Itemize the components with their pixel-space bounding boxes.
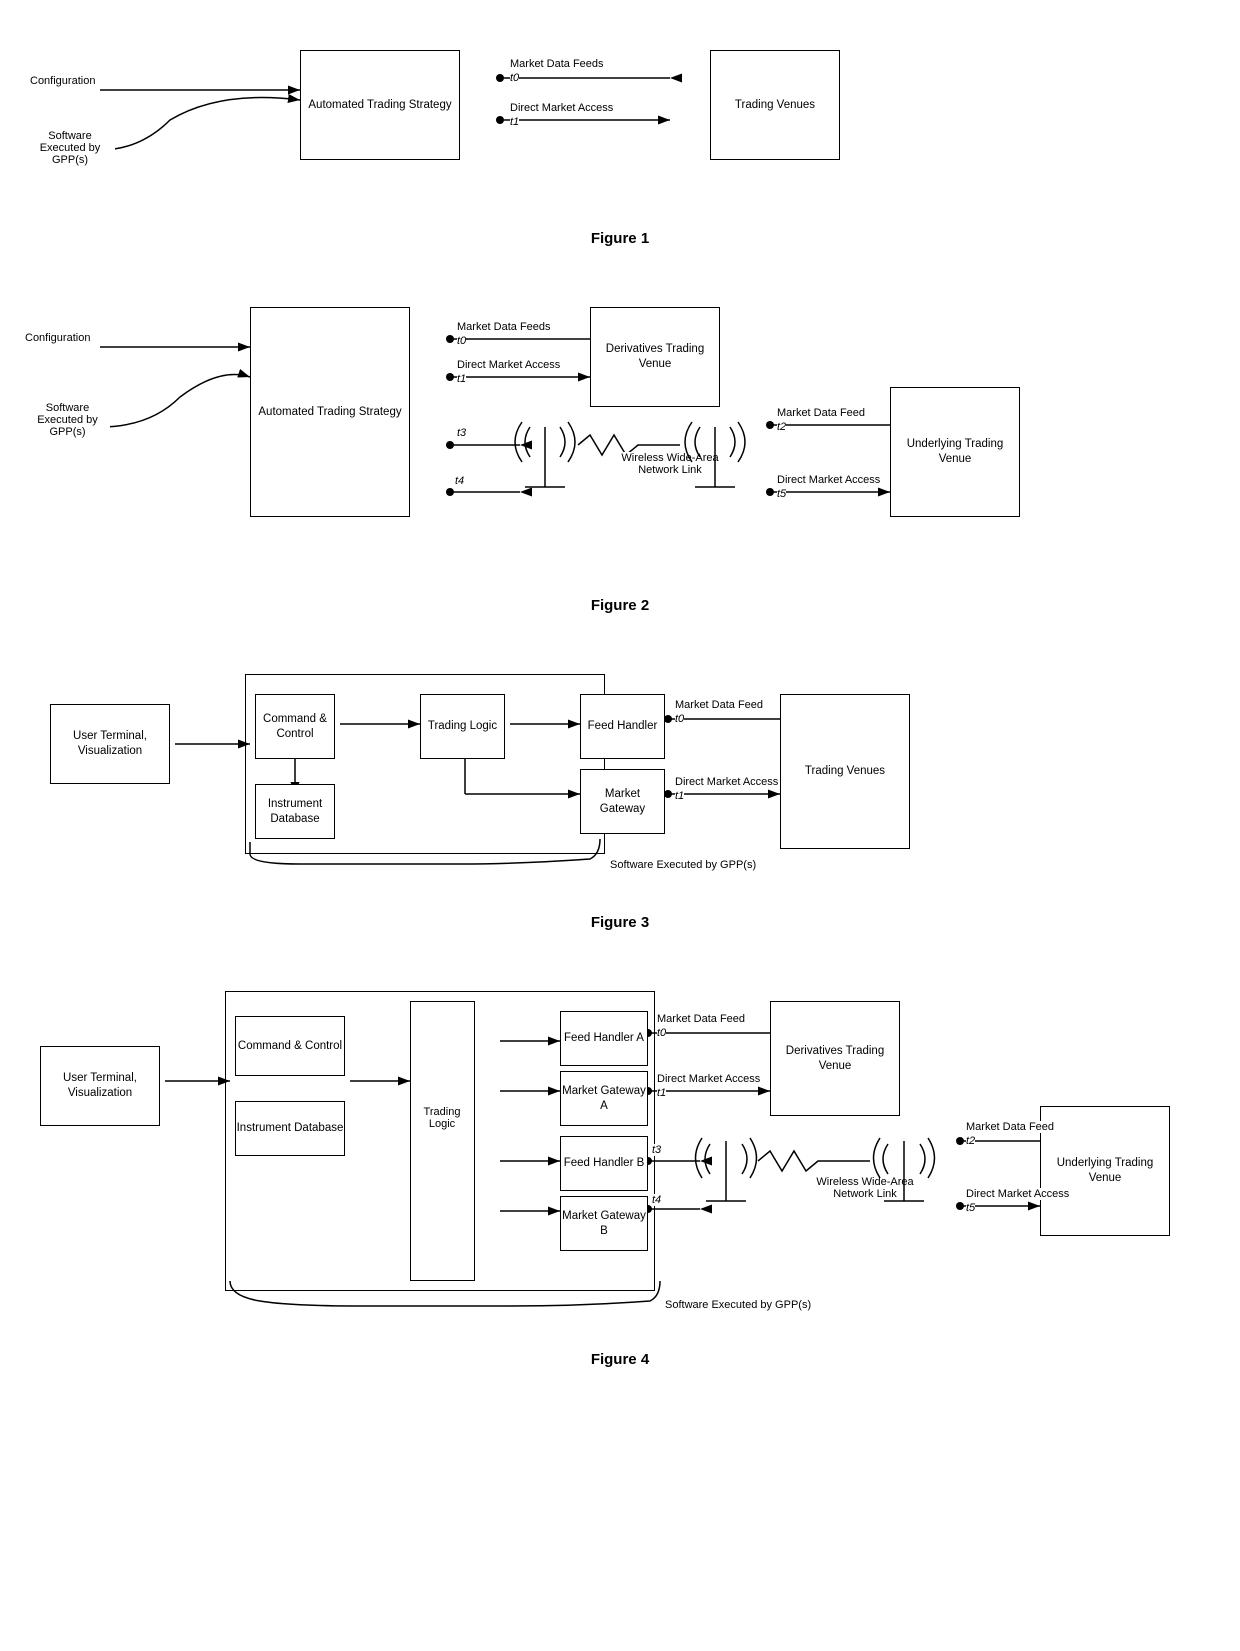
fig2-t2: t2 [777, 421, 786, 433]
figure2-diagram: Configuration Software Executed by GPP(s… [20, 277, 1220, 587]
fig2-underlying-box: Underlying Trading Venue [890, 387, 1020, 517]
fig4-mdf-t0: Market Data Feed [657, 1013, 745, 1025]
fig2-software: Software Executed by GPP(s) [25, 402, 110, 438]
fig4-inst-db: Instrument Database [235, 1101, 345, 1156]
fig2-ats-box: Automated Trading Strategy [250, 307, 410, 517]
fig3-t0: t0 [675, 713, 684, 725]
fig3-dma: Direct Market Access [675, 776, 778, 788]
fig4-mgb: Market Gateway B [560, 1196, 648, 1251]
fig4-fhb: Feed Handler B [560, 1136, 648, 1191]
fig2-t5: t5 [777, 488, 786, 500]
fig2-dma: Direct Market Access [457, 359, 560, 371]
figure1-diagram: Configuration Software Executed by GPP(s… [20, 20, 1220, 220]
ats-box: Automated Trading Strategy [300, 50, 460, 160]
fig4-underlying: Underlying Trading Venue [1040, 1106, 1170, 1236]
fig3-cc-box: Command & Control [255, 694, 335, 759]
fig3-user-terminal: User Terminal, Visualization [50, 704, 170, 784]
fig3-feed-handler: Feed Handler [580, 694, 665, 759]
fig2-dma-t5: Direct Market Access [777, 474, 880, 486]
dma-label: Direct Market Access [510, 102, 613, 114]
fig4-t1: t1 [657, 1087, 666, 1099]
figure4-diagram: User Terminal, Visualization Command & C… [20, 961, 1220, 1341]
mdf-label: Market Data Feeds [510, 58, 604, 70]
fig3-t1: t1 [675, 790, 684, 802]
fig4-software: Software Executed by GPP(s) [665, 1299, 811, 1311]
fig4-t2: t2 [966, 1135, 975, 1147]
fig1-title: Figure 1 [20, 230, 1220, 247]
fig4-mga: Market Gateway A [560, 1071, 648, 1126]
fig3-title: Figure 3 [20, 914, 1220, 931]
fig4-deriv: Derivatives Trading Venue [770, 1001, 900, 1116]
fig2-t4: t4 [455, 475, 464, 487]
trading-venues-box: Trading Venues [710, 50, 840, 160]
figure4-container: User Terminal, Visualization Command & C… [20, 961, 1220, 1368]
fig2-t3-label: t3 [457, 427, 466, 439]
fig2-t0: t0 [457, 335, 466, 347]
t1-label: t1 [510, 116, 519, 128]
config-label: Configuration [30, 75, 95, 87]
fig2-mdf-t2: Market Data Feed [777, 407, 865, 419]
fig2-mdf: Market Data Feeds [457, 321, 551, 333]
fig3-software: Software Executed by GPP(s) [610, 859, 756, 871]
fig4-t4: t4 [652, 1194, 661, 1206]
fig4-tl-box [410, 1001, 475, 1281]
figure1-container: Configuration Software Executed by GPP(s… [20, 20, 1220, 247]
fig2-deriv-box: Derivatives Trading Venue [590, 307, 720, 407]
fig4-cc: Command & Control [235, 1016, 345, 1076]
fig4-fha: Feed Handler A [560, 1011, 648, 1066]
figure2-container: Configuration Software Executed by GPP(s… [20, 277, 1220, 614]
fig3-inst-db: Instrument Database [255, 784, 335, 839]
fig4-dma-t5: Direct Market Access [966, 1188, 1069, 1200]
fig4-t0: t0 [657, 1027, 666, 1039]
figure3-container: User Terminal, Visualization Command & C… [20, 644, 1220, 931]
fig3-trading-venues: Trading Venues [780, 694, 910, 849]
figure3-diagram: User Terminal, Visualization Command & C… [20, 644, 1220, 904]
fig4-t3: t3 [652, 1144, 661, 1156]
fig3-trading-logic: Trading Logic [420, 694, 505, 759]
fig4-user-terminal: User Terminal, Visualization [40, 1046, 160, 1126]
fig2-t1: t1 [457, 373, 466, 385]
fig4-mdf-t2: Market Data Feed [966, 1121, 1054, 1133]
software-label: Software Executed by GPP(s) [25, 130, 115, 166]
fig3-market-gateway: Market Gateway [580, 769, 665, 834]
fig3-mdf: Market Data Feed [675, 699, 763, 711]
fig2-config: Configuration [25, 332, 90, 344]
fig2-title: Figure 2 [20, 597, 1220, 614]
fig4-dma-t1: Direct Market Access [657, 1073, 760, 1085]
fig4-t5: t5 [966, 1202, 975, 1214]
fig4-title: Figure 4 [20, 1351, 1220, 1368]
t0-label: t0 [510, 72, 519, 84]
